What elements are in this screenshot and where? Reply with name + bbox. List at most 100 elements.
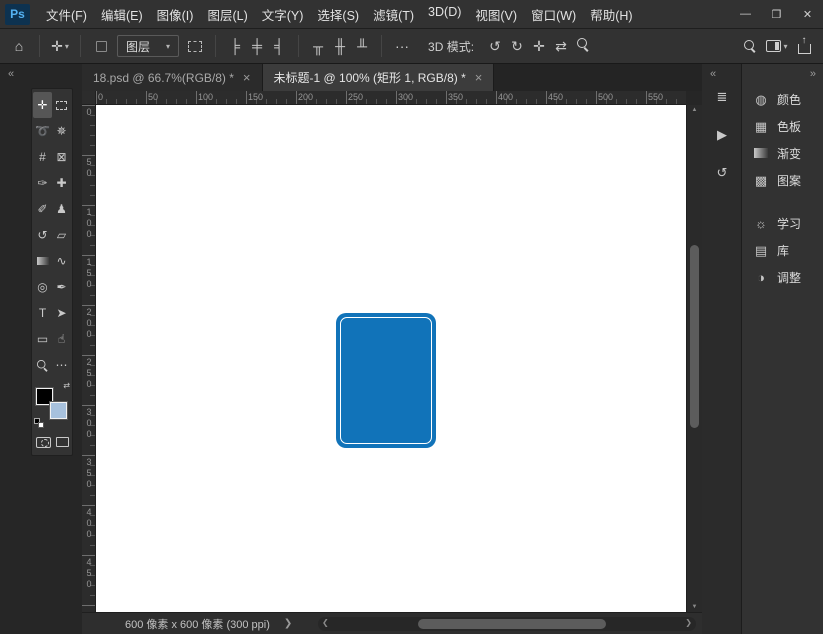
status-menu-chevron[interactable]: ❯ <box>284 618 292 629</box>
marquee-tool[interactable] <box>52 92 71 118</box>
separator <box>39 35 40 57</box>
properties-panel-button[interactable]: ≣ <box>705 82 739 112</box>
panel-item-libraries[interactable]: ▤ 库 <box>742 237 823 264</box>
rectangle-shape-layer[interactable] <box>336 313 436 448</box>
auto-select-target-dropdown[interactable]: 图层 ▾ <box>117 35 179 57</box>
dodge-tool[interactable]: ◎ <box>33 274 52 300</box>
panel-dock-collapse-chevron[interactable]: » <box>810 68 815 80</box>
scroll-right-icon[interactable]: ❯ <box>685 618 692 627</box>
canvas[interactable] <box>96 105 686 612</box>
background-color-swatch[interactable] <box>50 402 67 419</box>
current-tool-preset-button[interactable]: ✛ ▾ <box>49 34 71 58</box>
3d-zoom-button[interactable] <box>573 38 593 54</box>
show-transform-controls-toggle[interactable] <box>184 34 206 58</box>
hand-tool[interactable]: ☝ <box>52 326 71 352</box>
history-brush-tool[interactable]: ↺ <box>33 222 52 248</box>
align-right-edges-button[interactable]: ╡ <box>269 38 289 54</box>
3d-roll-button[interactable]: ↻ <box>507 38 527 55</box>
menu-layer[interactable]: 图层(L) <box>200 0 254 29</box>
default-colors-icon[interactable] <box>34 418 44 428</box>
panel-item-color[interactable]: ◍ 颜色 <box>742 86 823 113</box>
dodge-icon: ◎ <box>37 280 47 294</box>
auto-select-checkbox[interactable] <box>90 34 112 58</box>
crop-tool[interactable]: # <box>33 144 52 170</box>
panel-item-swatches[interactable]: ▦ 色板 <box>742 113 823 140</box>
panel-item-learn[interactable]: ☼ 学习 <box>742 210 823 237</box>
3d-pan-button[interactable]: ✛ <box>529 38 549 55</box>
horizontal-scrollbar-thumb[interactable] <box>418 619 606 629</box>
vertical-scrollbar[interactable]: ▲ ▼ <box>686 105 702 612</box>
status-bar: 600 像素 x 600 像素 (300 ppi) ❯ ❮ ❯ <box>82 612 702 634</box>
object-selection-tool[interactable]: ✵ <box>52 118 71 144</box>
close-button[interactable]: ✕ <box>792 0 823 28</box>
swap-colors-icon[interactable]: ⇄ <box>63 381 70 390</box>
eraser-tool[interactable]: ▱ <box>52 222 71 248</box>
home-button[interactable]: ⌂ <box>8 34 30 58</box>
align-more-options-button[interactable]: ··· <box>391 34 413 58</box>
3d-slide-button[interactable]: ⇄ <box>551 38 571 55</box>
menu-filter[interactable]: 滤镜(T) <box>366 0 421 29</box>
type-tool[interactable]: T <box>33 300 52 326</box>
menu-select[interactable]: 选择(S) <box>310 0 366 29</box>
menu-window[interactable]: 窗口(W) <box>524 0 583 29</box>
share-button[interactable] <box>793 34 815 58</box>
minimize-button[interactable]: — <box>730 0 761 28</box>
healing-brush-tool[interactable]: ✚ <box>52 170 71 196</box>
clone-stamp-tool[interactable]: ♟ <box>52 196 71 222</box>
align-vertical-centers-button[interactable]: ╫ <box>330 38 350 54</box>
frame-tool[interactable]: ⊠ <box>52 144 71 170</box>
3d-orbit-button[interactable]: ↺ <box>485 38 505 55</box>
history-panel-button[interactable]: ↺ <box>705 158 739 188</box>
pen-tool[interactable]: ✒ <box>52 274 71 300</box>
align-left-edges-button[interactable]: ╞ <box>225 38 245 54</box>
path-selection-tool[interactable]: ➤ <box>52 300 71 326</box>
scroll-down-icon[interactable]: ▼ <box>687 604 702 610</box>
separator <box>298 35 299 57</box>
panel-item-adjustments[interactable]: ◑ 调整 <box>742 264 823 291</box>
gradient-tool[interactable] <box>33 248 52 274</box>
scroll-up-icon[interactable]: ▲ <box>687 107 702 113</box>
align-bottom-edges-button[interactable]: ╨ <box>352 38 372 54</box>
panel-item-patterns[interactable]: ▩ 图案 <box>742 167 823 194</box>
workspace-switcher-button[interactable]: ▾ <box>766 34 788 58</box>
quick-mask-button[interactable] <box>36 437 51 448</box>
lasso-tool[interactable]: ➰ <box>33 118 52 144</box>
zoom-tool[interactable] <box>33 352 52 378</box>
tools-collapse-chevron-icon[interactable]: « <box>8 68 13 80</box>
menu-help[interactable]: 帮助(H) <box>583 0 639 29</box>
align-top-edges-button[interactable]: ╥ <box>308 38 328 54</box>
align-horizontal-centers-button[interactable]: ╪ <box>247 38 267 54</box>
menu-3d[interactable]: 3D(D) <box>421 0 468 29</box>
ruler-label-v: 450 <box>84 557 94 590</box>
tab-close-icon[interactable]: × <box>243 70 251 85</box>
scroll-left-icon[interactable]: ❮ <box>322 618 329 627</box>
icon-dock-expand-chevron[interactable]: « <box>710 68 715 80</box>
menu-type[interactable]: 文字(Y) <box>255 0 311 29</box>
brush-tool[interactable]: ✐ <box>33 196 52 222</box>
panel-label: 调整 <box>777 269 801 286</box>
zoom-icon <box>37 359 48 370</box>
move-tool[interactable]: ✛ <box>33 92 52 118</box>
search-button[interactable] <box>739 34 761 58</box>
document-tab-1[interactable]: 18.psd @ 66.7%(RGB/8) * × <box>82 64 263 91</box>
workspace-icon <box>766 40 781 52</box>
menu-file[interactable]: 文件(F) <box>39 0 94 29</box>
blur-tool[interactable]: ∿ <box>52 248 71 274</box>
history-icon: ↺ <box>717 165 728 181</box>
eyedropper-tool[interactable]: ✑ <box>33 170 52 196</box>
screen-mode-button[interactable] <box>56 437 69 447</box>
menu-image[interactable]: 图像(I) <box>150 0 201 29</box>
menu-edit[interactable]: 编辑(E) <box>94 0 150 29</box>
restore-button[interactable]: ❐ <box>761 0 792 28</box>
horizontal-scrollbar[interactable]: ❮ ❯ <box>318 617 696 631</box>
rectangle-icon: ▭ <box>37 332 48 346</box>
edit-toolbar-button[interactable]: ⋯ <box>52 352 71 378</box>
panel-item-gradients[interactable]: 渐变 <box>742 140 823 167</box>
tab-close-icon[interactable]: × <box>475 70 483 85</box>
vertical-scrollbar-thumb[interactable] <box>690 245 699 428</box>
ruler-label-v: 0 <box>84 107 94 118</box>
document-tab-2-active[interactable]: 未标题-1 @ 100% (矩形 1, RGB/8) * × <box>263 64 495 91</box>
rectangle-tool[interactable]: ▭ <box>33 326 52 352</box>
actions-panel-button[interactable]: ▶ <box>705 120 739 150</box>
menu-view[interactable]: 视图(V) <box>468 0 524 29</box>
